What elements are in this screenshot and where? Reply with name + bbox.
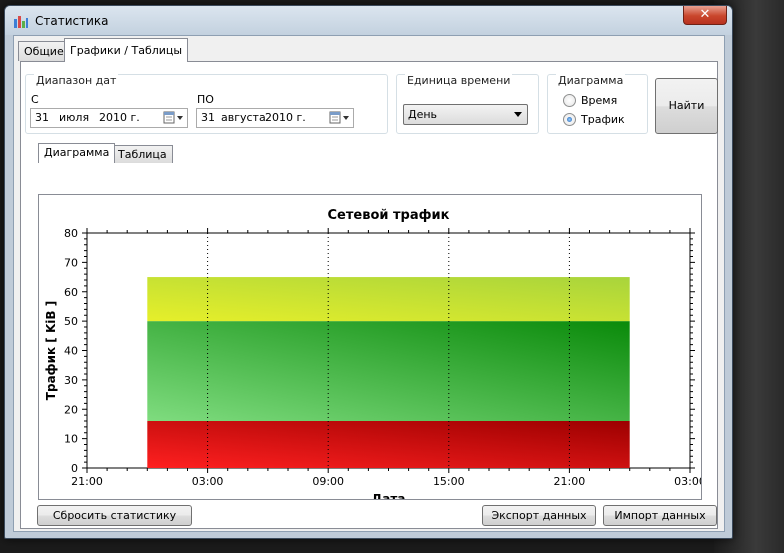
y-tick-label: 40 <box>64 345 78 358</box>
x-tick-label: 21:00 <box>554 475 586 488</box>
y-tick-label: 70 <box>64 256 78 269</box>
client-area: Общие Графики / Таблицы Диапазон дат С 3… <box>13 35 725 532</box>
to-day[interactable]: 31 <box>201 109 215 127</box>
series-band-0 <box>147 421 630 468</box>
x-tick-label: 03:00 <box>674 475 701 488</box>
close-button[interactable]: ✕ <box>683 6 727 25</box>
radio-time[interactable] <box>563 94 576 107</box>
from-month[interactable]: июля <box>59 109 89 127</box>
radio-time-label[interactable]: Время <box>581 94 617 107</box>
tab-diagram[interactable]: Диаграмма <box>38 143 116 163</box>
import-data-button[interactable]: Импорт данных <box>603 505 717 526</box>
time-unit-select[interactable]: День <box>403 104 528 125</box>
chart-panel: Сетевой трафик 0 10 20 30 40 50 60 70 80 21:00 03:0… <box>38 194 706 506</box>
time-unit-value: День <box>408 108 438 121</box>
traffic-chart: Сетевой трафик 0 10 20 30 40 50 60 70 80 21:00 03:0… <box>44 208 706 506</box>
to-label: ПО <box>197 93 214 106</box>
time-unit-title: Единица времени <box>405 74 513 87</box>
from-label: С <box>31 93 39 106</box>
reset-statistics-button[interactable]: Сбросить статистику <box>37 505 192 526</box>
x-tick-label: 03:00 <box>192 475 224 488</box>
title-bar[interactable]: Статистика ✕ <box>5 6 732 35</box>
export-data-button[interactable]: Экспорт данных <box>482 505 596 526</box>
x-tick-label: 09:00 <box>312 475 344 488</box>
from-date-picker[interactable]: 31 июля 2010 г. <box>30 108 188 128</box>
y-tick-label: 60 <box>64 286 78 299</box>
y-axis-label: Трафик [ KiB ] <box>44 301 58 400</box>
chart-title: Сетевой трафик <box>328 208 450 223</box>
tab-general[interactable]: Общие <box>18 41 70 61</box>
tab-charts-tables[interactable]: Графики / Таблицы <box>64 38 189 62</box>
radio-traffic[interactable] <box>563 113 576 126</box>
calendar-icon[interactable] <box>163 111 185 125</box>
to-year[interactable]: 2010 г. <box>265 109 306 127</box>
x-axis-label: Дата <box>372 492 406 499</box>
window-title: Статистика <box>35 14 109 28</box>
from-day[interactable]: 31 <box>35 109 49 127</box>
chevron-down-icon <box>514 112 522 117</box>
calendar-icon[interactable] <box>329 111 351 125</box>
to-month[interactable]: августа <box>221 109 266 127</box>
y-tick-label: 0 <box>71 462 78 475</box>
charts-tab-page: Диапазон дат С 31 июля 2010 г. ПО 31 авг… <box>20 61 718 529</box>
y-tick-label: 80 <box>64 227 78 240</box>
diagram-type-group: Диаграмма Время Трафик <box>547 74 648 134</box>
x-tick-label: 15:00 <box>433 475 465 488</box>
y-tick-label: 10 <box>64 433 78 446</box>
to-date-picker[interactable]: 31 августа 2010 г. <box>196 108 354 128</box>
series-band-1 <box>147 321 630 421</box>
from-year[interactable]: 2010 г. <box>99 109 140 127</box>
tab-table[interactable]: Таблица <box>112 145 173 163</box>
y-tick-label: 20 <box>64 403 78 416</box>
time-unit-group: Единица времени День <box>396 74 539 134</box>
y-tick-label: 50 <box>64 315 78 328</box>
date-range-group: Диапазон дат С 31 июля 2010 г. ПО 31 авг… <box>25 74 388 134</box>
x-tick-label: 21:00 <box>71 475 103 488</box>
diagram-type-title: Диаграмма <box>556 74 626 87</box>
series-band-2 <box>147 277 630 322</box>
date-range-title: Диапазон дат <box>34 74 119 87</box>
statistics-window: Статистика ✕ Общие Графики / Таблицы Диа… <box>4 5 733 539</box>
y-tick-label: 30 <box>64 374 78 387</box>
find-button[interactable]: Найти <box>655 78 718 134</box>
radio-traffic-label[interactable]: Трафик <box>581 113 625 126</box>
chart-app-icon <box>14 16 28 28</box>
